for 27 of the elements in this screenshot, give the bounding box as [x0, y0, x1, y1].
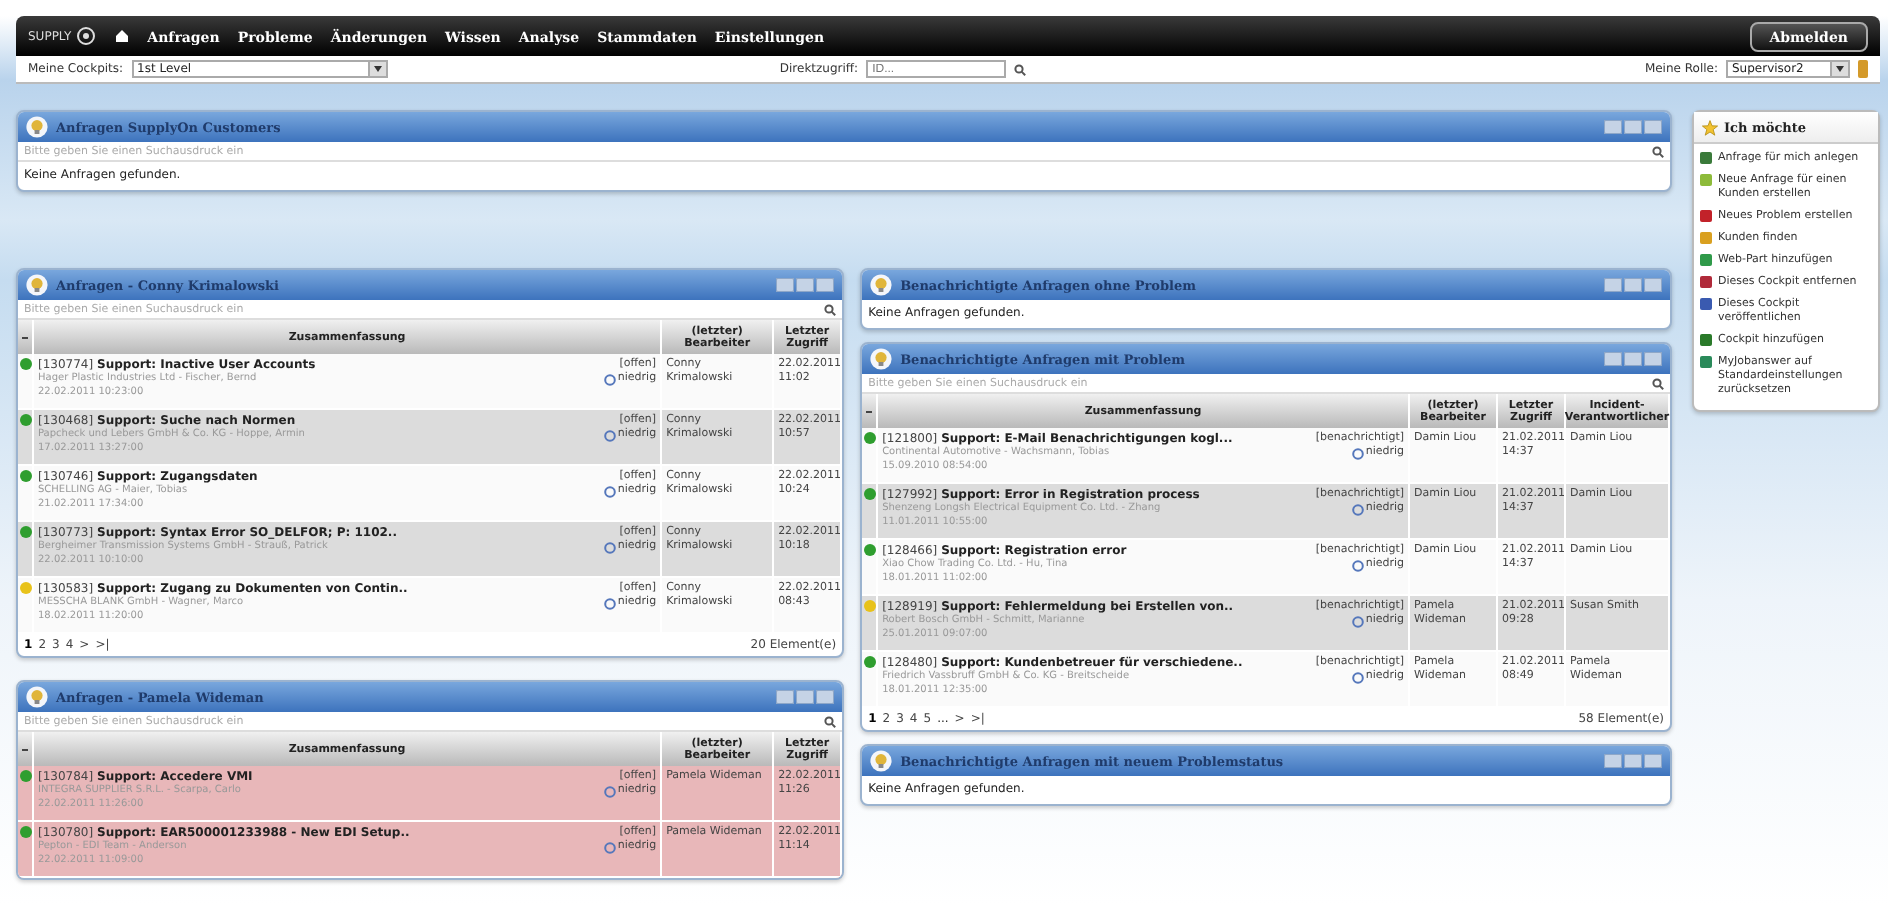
priority-icon	[1351, 447, 1364, 459]
lightbulb-icon	[26, 686, 48, 708]
search-icon[interactable]	[824, 303, 837, 315]
priority-icon	[1351, 671, 1364, 683]
star-icon	[1702, 119, 1718, 135]
priority-icon	[603, 429, 616, 441]
priority-icon	[1351, 615, 1364, 627]
search-icon[interactable]	[1014, 63, 1027, 75]
priority-icon	[603, 785, 616, 797]
search-icon[interactable]	[1652, 145, 1664, 157]
home-icon[interactable]	[113, 28, 130, 44]
priority-icon	[1351, 503, 1364, 515]
dropdown-arrow-icon	[373, 66, 382, 72]
priority-icon	[603, 541, 616, 553]
search-icon[interactable]	[1652, 377, 1664, 389]
priority-icon	[603, 841, 616, 853]
lightbulb-icon	[26, 274, 48, 296]
dropdown-arrow-icon	[1836, 66, 1844, 72]
lightbulb-icon	[26, 116, 48, 138]
lightbulb-icon	[870, 274, 893, 296]
priority-icon	[603, 485, 616, 497]
search-icon[interactable]	[824, 715, 837, 727]
lightbulb-icon	[870, 348, 893, 370]
priority-icon	[1351, 559, 1364, 571]
priority-icon	[603, 597, 616, 609]
lightbulb-icon	[870, 750, 893, 772]
priority-icon	[603, 373, 616, 385]
